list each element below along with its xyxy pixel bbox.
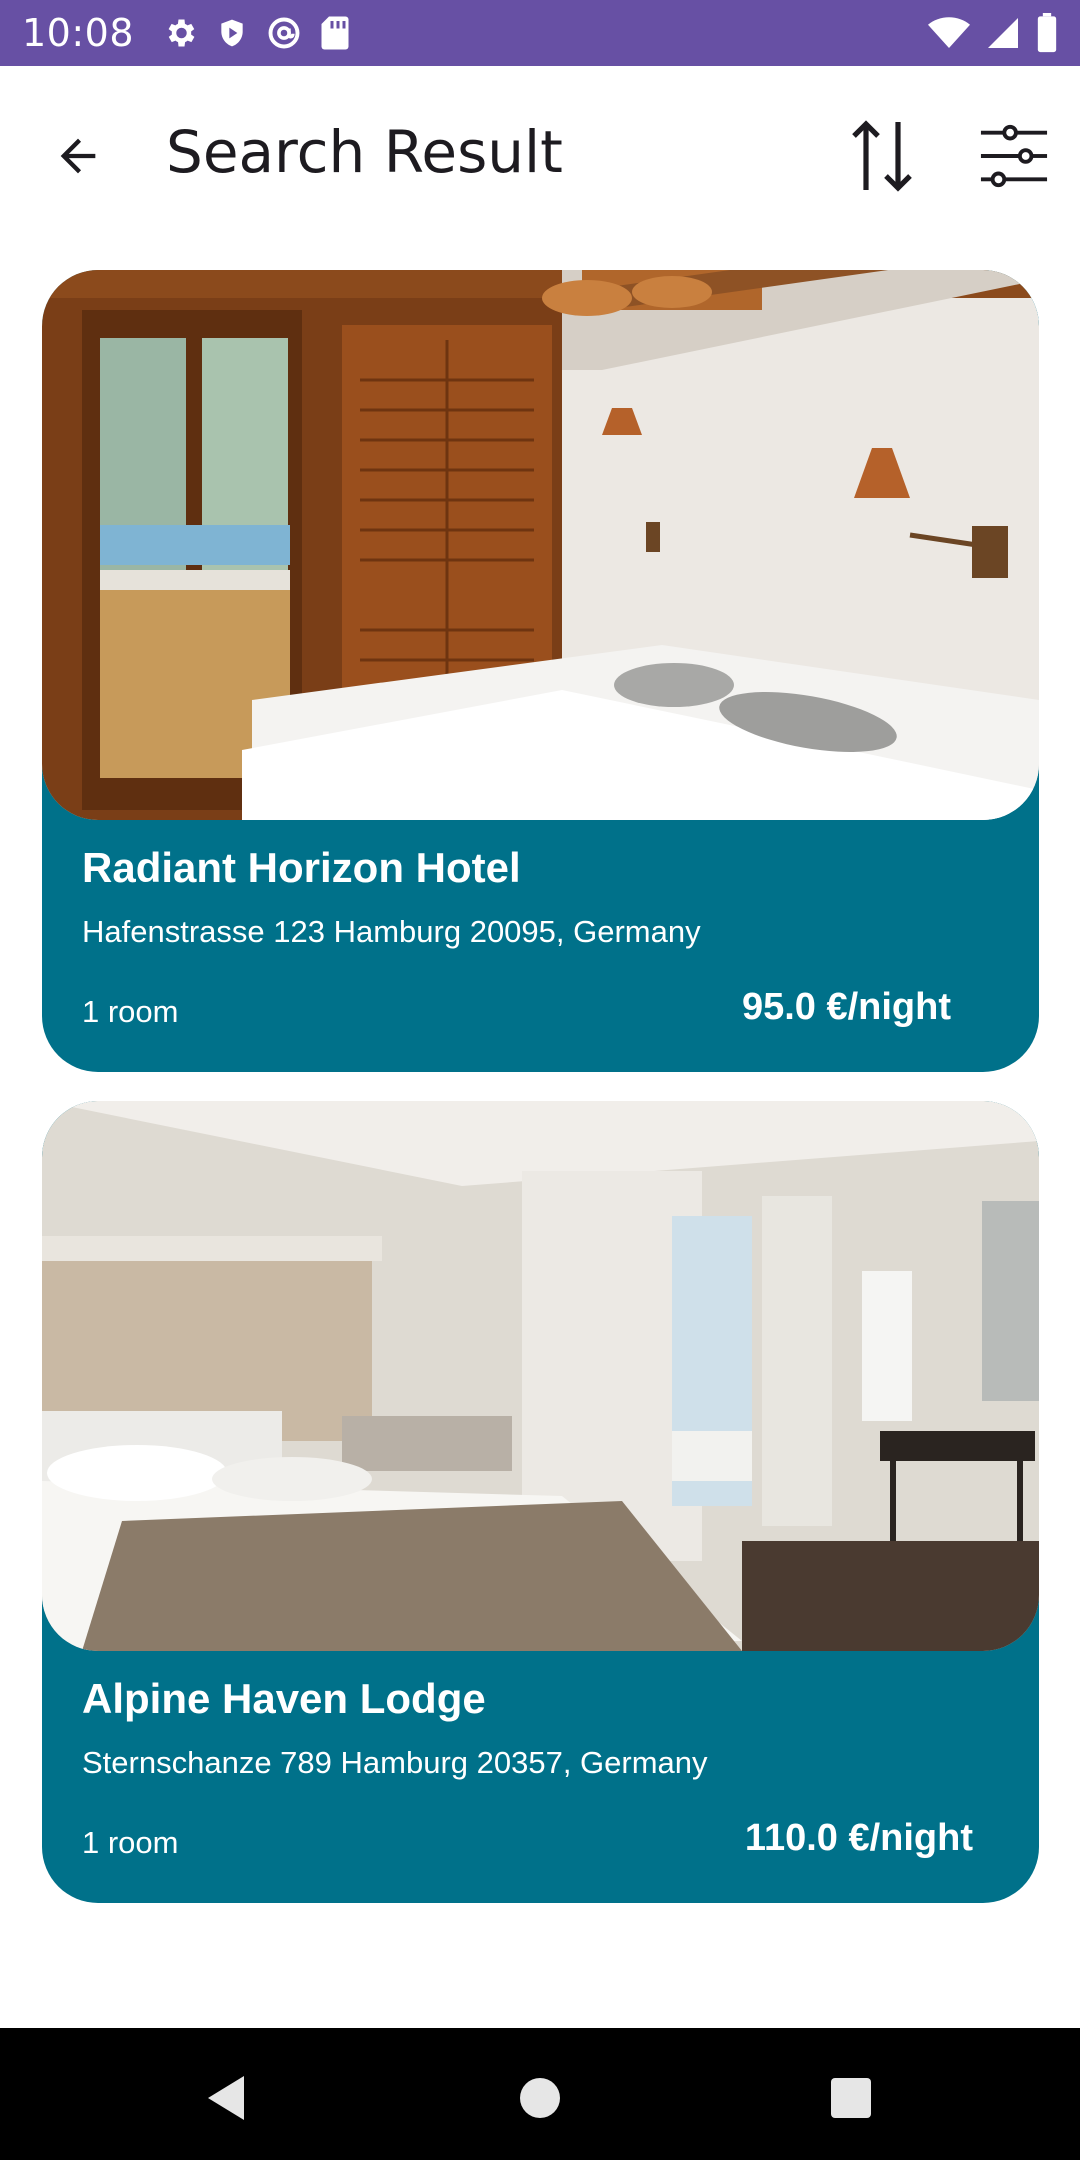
battery-icon (1037, 13, 1057, 53)
tune-icon (980, 124, 1048, 188)
sort-button[interactable] (846, 114, 918, 198)
hotel-card[interactable]: Radiant Horizon Hotel Hafenstrasse 123 H… (42, 270, 1039, 1072)
hotel-price: 110.0 €/night (744, 1817, 973, 1859)
system-nav-bar (0, 2028, 1080, 2160)
home-circle-icon (520, 2078, 560, 2118)
status-icons-left (162, 15, 350, 51)
at-sign-icon (268, 17, 300, 49)
recents-square-icon (831, 2078, 871, 2118)
back-triangle-icon (208, 2076, 244, 2120)
hotel-name: Radiant Horizon Hotel (82, 844, 521, 891)
sort-icon (852, 120, 912, 192)
hotel-price: 95.0 €/night (741, 986, 951, 1028)
status-icons-right (928, 13, 1058, 53)
hotel-image (42, 1101, 1039, 1651)
hotel-image (42, 270, 1039, 820)
hotel-address: Hafenstrasse 123 Hamburg 20095, Germany (82, 914, 701, 949)
status-time: 10:08 (22, 11, 135, 55)
nav-back-button[interactable] (186, 2058, 266, 2138)
page-title: Search Result (166, 118, 563, 186)
hotel-name: Alpine Haven Lodge (82, 1675, 486, 1722)
filter-button[interactable] (976, 116, 1052, 196)
signal-icon (988, 18, 1018, 48)
app-bar: Search Result (0, 66, 1080, 246)
hotel-address: Sternschanze 789 Hamburg 20357, Germany (82, 1745, 708, 1780)
shield-play-icon (221, 19, 243, 47)
hotel-rooms: 1 room (82, 1825, 179, 1860)
hotel-rooms: 1 room (82, 994, 179, 1029)
settings-icon (168, 19, 195, 47)
arrow-back-icon (60, 138, 96, 174)
nav-recents-button[interactable] (811, 2058, 891, 2138)
sd-card-icon (321, 16, 349, 50)
wifi-icon (928, 17, 970, 48)
back-button[interactable] (46, 124, 110, 188)
status-bar: 10:08 (0, 0, 1080, 66)
nav-home-button[interactable] (500, 2058, 580, 2138)
hotel-card[interactable]: Alpine Haven Lodge Sternschanze 789 Hamb… (42, 1101, 1039, 1903)
